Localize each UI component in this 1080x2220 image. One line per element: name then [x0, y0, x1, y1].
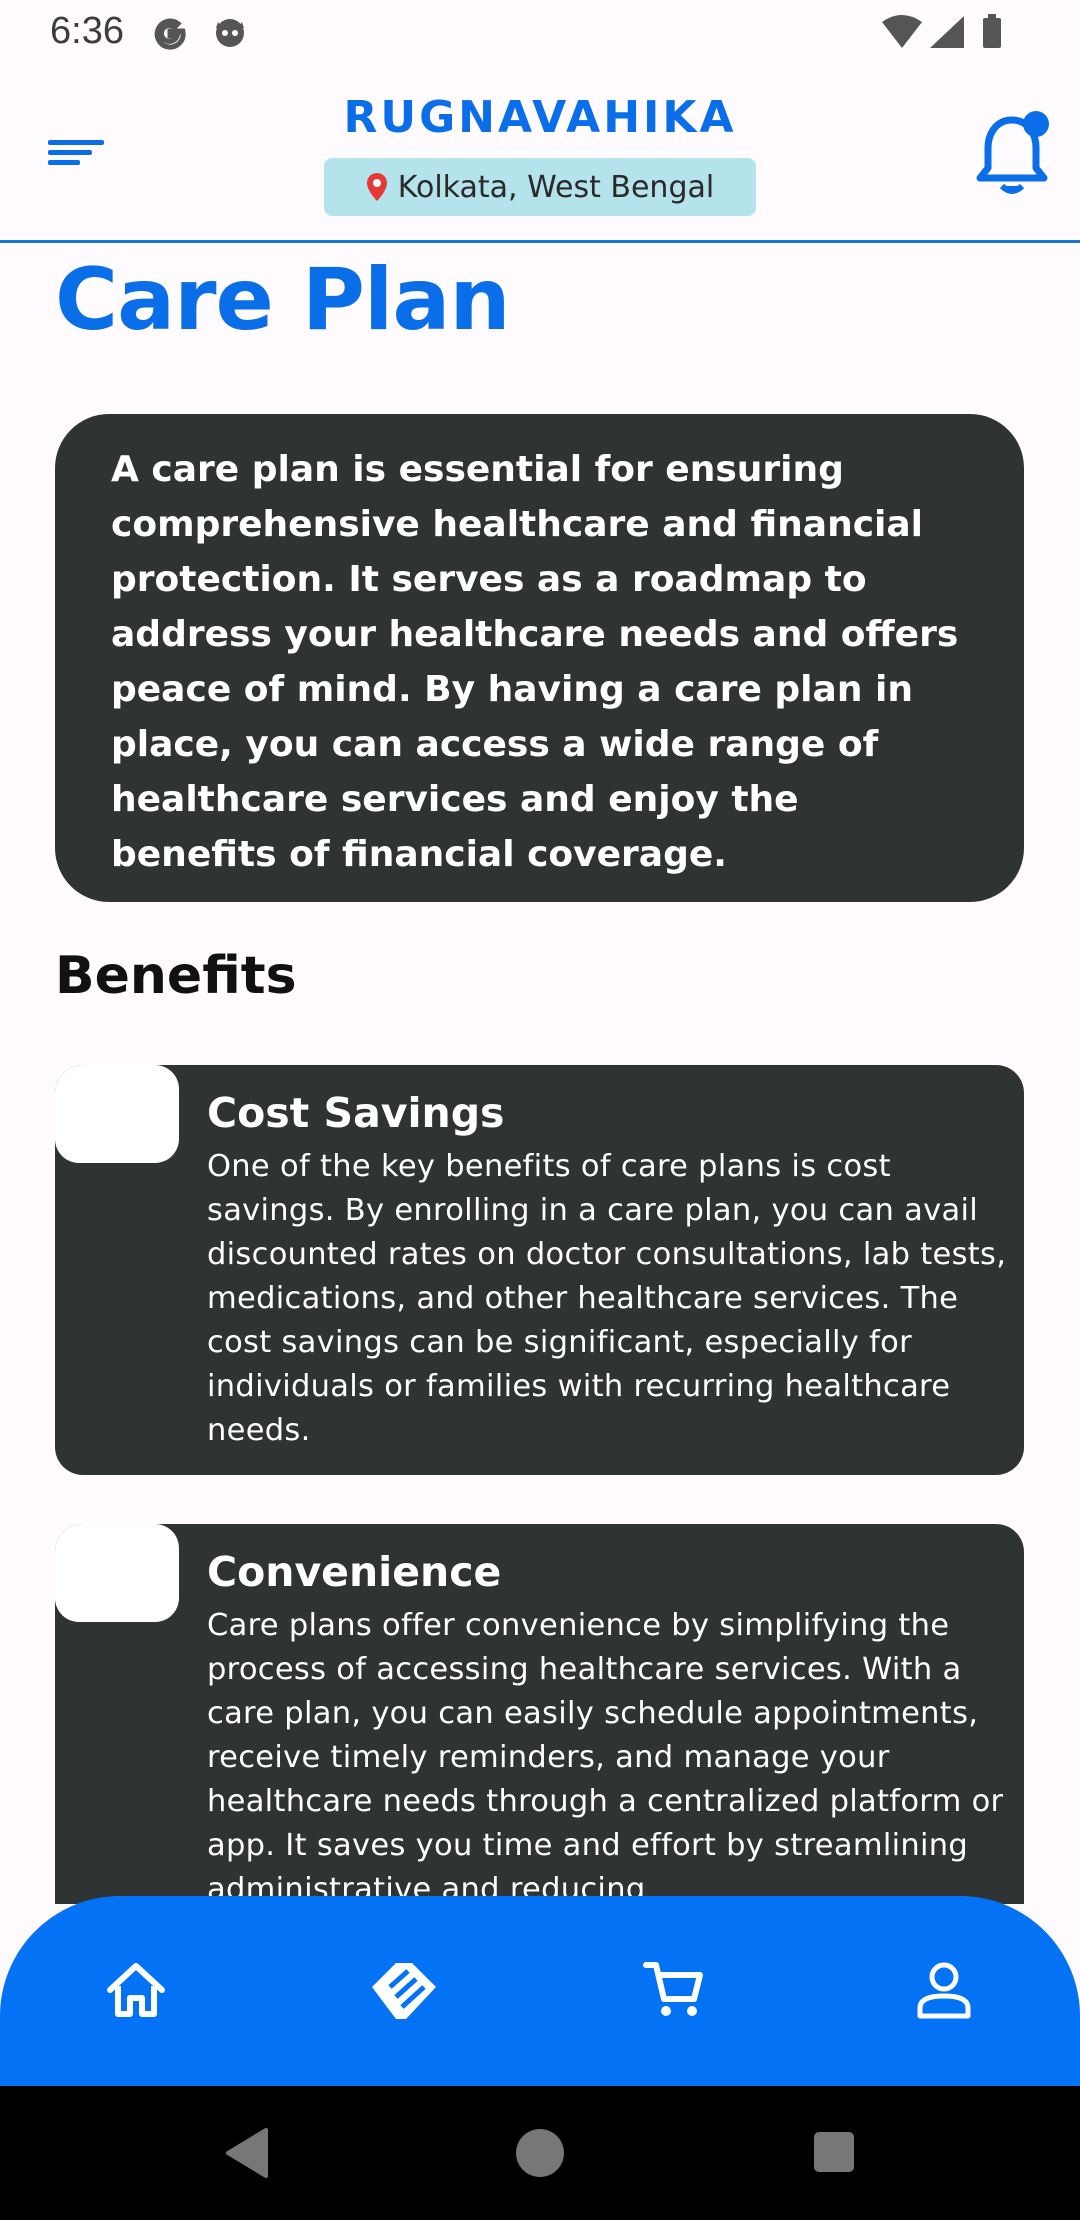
home-circle-icon — [516, 2129, 564, 2177]
home-icon — [107, 1963, 165, 2017]
benefit-title: Cost Savings — [207, 1089, 505, 1137]
wifi-icon — [880, 14, 924, 59]
care-plan-icon — [372, 1963, 436, 2019]
profile-icon — [917, 1962, 971, 2019]
benefit-card-cost-savings: Cost Savings One of the key benefits of … — [55, 1065, 1024, 1475]
brand-logo: RUGNAVAHIKA — [343, 92, 737, 143]
benefit-description: One of the key benefits of care plans is… — [207, 1149, 1007, 1448]
back-button[interactable] — [222, 2126, 272, 2184]
benefit-title: Convenience — [207, 1548, 502, 1596]
bell-icon — [976, 111, 1049, 194]
google-icon — [152, 14, 188, 59]
location-selector[interactable]: Kolkata, West Bengal — [324, 158, 756, 216]
hamburger-icon — [48, 140, 104, 165]
cat-icon — [212, 14, 248, 59]
intro-card: A care plan is essential for ensuring co… — [55, 414, 1024, 902]
home-button[interactable] — [514, 2126, 566, 2184]
benefit-image — [55, 1065, 179, 1163]
notification-button[interactable] — [972, 106, 1060, 206]
battery-icon — [980, 14, 1004, 59]
recents-button[interactable] — [812, 2126, 856, 2184]
page-title: Care Plan — [55, 250, 511, 350]
nav-cart[interactable] — [634, 1950, 714, 2030]
status-time: 6:36 — [50, 10, 124, 52]
location-label: Kolkata, West Bengal — [397, 169, 715, 205]
nav-care-plan[interactable] — [364, 1950, 444, 2030]
bottom-navigation — [0, 1896, 1080, 2086]
recents-icon — [814, 2132, 854, 2172]
cart-icon — [643, 1962, 703, 2016]
menu-button[interactable] — [44, 126, 110, 180]
nav-profile[interactable] — [904, 1950, 984, 2030]
benefit-image — [55, 1524, 179, 1622]
status-bar: 6:36 — [0, 0, 1080, 66]
back-icon — [226, 2128, 268, 2178]
nav-home[interactable] — [96, 1950, 176, 2030]
benefits-heading: Benefits — [55, 946, 297, 1006]
system-navigation-bar — [0, 2086, 1080, 2220]
benefit-description: Care plans offer convenience by simplify… — [207, 1608, 1004, 1904]
location-pin-icon — [366, 173, 387, 201]
app-header: RUGNAVAHIKA Kolkata, West Bengal — [0, 66, 1080, 243]
signal-icon — [928, 14, 966, 59]
benefit-card-convenience: Convenience Care plans offer convenience… — [55, 1524, 1024, 1904]
